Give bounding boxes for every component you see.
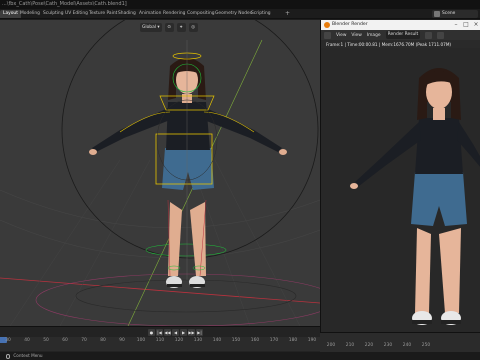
window-title: ...\fbx_Cath\Pose\Cath_Model\Assets\Cath… xyxy=(2,1,127,7)
snap-icon[interactable]: ⌖ xyxy=(176,22,186,32)
timeline-ruler-continued[interactable]: 200 210 220 230 240 250 xyxy=(320,332,480,352)
viewport-scene xyxy=(0,20,320,326)
tick-label: 50 xyxy=(43,338,49,343)
frame-ruler[interactable]: 30 40 50 60 70 80 90 100 110 120 130 140… xyxy=(0,337,320,351)
add-workspace-button[interactable]: + xyxy=(285,10,290,18)
next-keyframe-icon[interactable]: ▶▶ xyxy=(188,329,195,336)
tab-scripting[interactable]: Scripting xyxy=(248,10,274,18)
tick-label: 200 xyxy=(326,343,336,348)
tick-label: 250 xyxy=(421,343,431,348)
image-slot-dropdown[interactable]: Render Result xyxy=(385,31,421,39)
mouse-icon xyxy=(6,353,10,359)
jump-start-icon[interactable]: |◀ xyxy=(156,329,163,336)
tick-label: 110 xyxy=(155,338,165,343)
tick-label: 30 xyxy=(5,338,11,343)
rig-armature[interactable] xyxy=(119,40,255,280)
blender-logo-icon xyxy=(324,22,330,28)
menu-image[interactable]: Image xyxy=(367,33,381,38)
tick-label: 220 xyxy=(364,343,374,348)
tick-label: 90 xyxy=(119,338,125,343)
render-window-titlebar: Blender Render – □ × xyxy=(321,20,480,30)
play-icon[interactable]: ▶ xyxy=(180,329,187,336)
render-window-menubar: View View Image Render Result xyxy=(321,30,480,40)
scene-selector[interactable]: Scene xyxy=(432,10,478,18)
tick-label: 190 xyxy=(307,338,317,343)
close-icon[interactable]: × xyxy=(471,20,480,30)
tick-label: 230 xyxy=(383,343,393,348)
tick-label: 100 xyxy=(136,338,146,343)
tick-label: 170 xyxy=(269,338,279,343)
scene-name: Scene xyxy=(442,11,456,16)
render-window-title: Blender Render xyxy=(332,22,368,27)
tick-label: 40 xyxy=(24,338,30,343)
status-hint: Context Menu xyxy=(13,353,43,358)
tick-label: 160 xyxy=(250,338,260,343)
rendered-character xyxy=(350,68,480,325)
minimize-icon[interactable]: – xyxy=(451,20,461,30)
orientation-label: Global xyxy=(142,24,157,30)
tick-label: 60 xyxy=(62,338,68,343)
render-result-image xyxy=(321,48,480,332)
menu-view-2[interactable]: View xyxy=(351,33,361,38)
tick-label: 130 xyxy=(193,338,203,343)
tick-label: 140 xyxy=(212,338,222,343)
character-model[interactable] xyxy=(89,58,287,288)
render-status: Frame:1 | Time:00:00.81 | Mem:1676.70M (… xyxy=(326,42,452,47)
maximize-icon[interactable]: □ xyxy=(461,20,471,30)
tick-label: 120 xyxy=(174,338,184,343)
pin-icon[interactable] xyxy=(425,31,433,39)
prev-keyframe-icon[interactable]: ◀◀ xyxy=(164,329,171,336)
pivot-icon[interactable]: ⊙ xyxy=(164,22,174,32)
tick-label: 70 xyxy=(81,338,87,343)
menu-view[interactable]: View xyxy=(336,33,346,38)
tick-label: 210 xyxy=(345,343,355,348)
workspace-tab-bar: Layout Modeling Sculpting UV Editing Tex… xyxy=(0,9,480,19)
play-reverse-icon[interactable]: ◀ xyxy=(172,329,179,336)
x-axis-line xyxy=(0,277,320,304)
playback-controls: ● |◀ ◀◀ ◀ ▶ ▶▶ ▶| xyxy=(148,329,203,336)
jump-end-icon[interactable]: ▶| xyxy=(196,329,203,336)
editor-type-icon[interactable] xyxy=(324,31,331,39)
new-image-icon[interactable] xyxy=(437,31,445,39)
tick-label: 180 xyxy=(288,338,298,343)
window-title-bar: ...\fbx_Cath\Pose\Cath_Model\Assets\Cath… xyxy=(0,0,480,9)
record-icon[interactable]: ● xyxy=(148,329,155,336)
3d-viewport[interactable]: Global ▾ ⊙ ⌖ ◎ xyxy=(0,20,320,326)
viewport-header: Global ▾ ⊙ ⌖ ◎ xyxy=(140,22,198,32)
scene-icon xyxy=(434,11,440,17)
tick-label: 150 xyxy=(231,338,241,343)
timeline[interactable]: ● |◀ ◀◀ ◀ ▶ ▶▶ ▶| 30 40 50 60 70 80 90 1… xyxy=(0,326,320,352)
tick-label: 240 xyxy=(402,343,412,348)
status-bar: Context Menu xyxy=(0,352,480,360)
orientation-dropdown[interactable]: Global ▾ xyxy=(140,22,162,32)
render-window[interactable]: Blender Render – □ × View View Image Ren… xyxy=(320,20,480,332)
image-slot-label: Render Result xyxy=(387,32,419,37)
tick-label: 80 xyxy=(100,338,106,343)
proportional-edit-icon[interactable]: ◎ xyxy=(188,22,198,32)
